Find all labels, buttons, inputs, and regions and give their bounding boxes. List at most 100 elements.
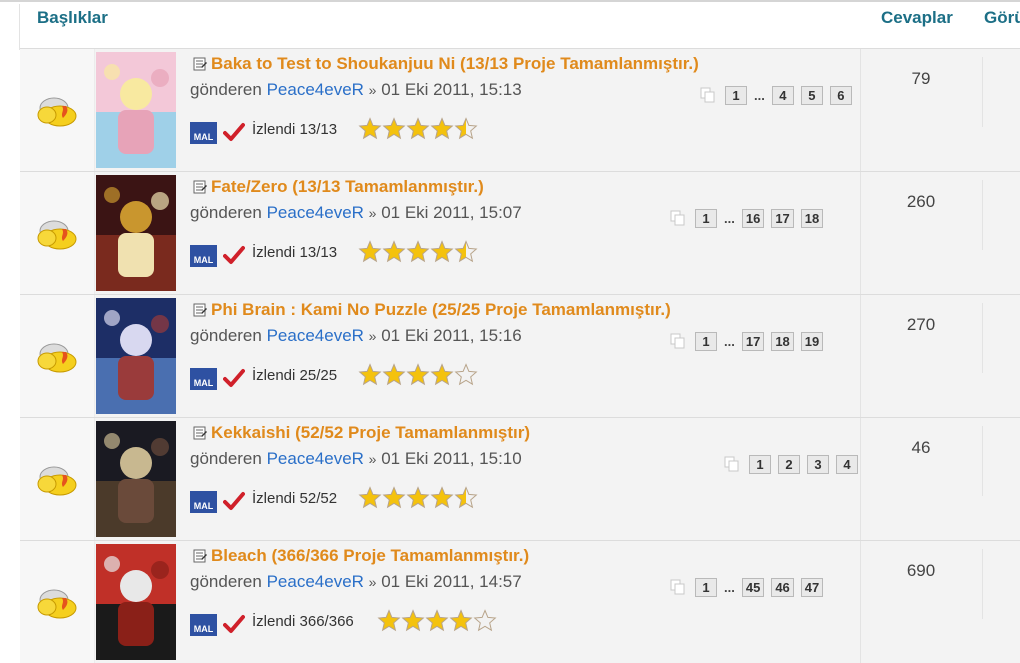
column-divider <box>982 303 983 373</box>
page-link[interactable]: 6 <box>829 85 852 105</box>
separator: » <box>368 574 377 590</box>
star-icon <box>406 240 430 263</box>
watched-status: İzlendi 25/25 <box>252 367 338 384</box>
status-column <box>20 418 95 540</box>
thread-meta: gönderen Peace4eveR » 01 Eki 2011, 15:16 <box>190 326 522 346</box>
thread-row: Phi Brain : Kami No Puzzle (25/25 Proje … <box>20 294 1020 417</box>
pagination-ellipsis: ... <box>754 87 765 103</box>
star-icon <box>382 117 406 140</box>
star-icon <box>358 363 382 386</box>
star-icon <box>430 486 454 509</box>
post-icon <box>193 549 207 563</box>
page-link[interactable]: 45 <box>741 577 765 597</box>
posted-by-label: gönderen <box>190 572 262 591</box>
rating-stars <box>377 609 497 635</box>
page-link[interactable]: 1 <box>695 208 717 228</box>
page-link[interactable]: 18 <box>800 208 824 228</box>
anime-poster[interactable] <box>96 298 176 414</box>
page-link[interactable]: 1 <box>749 454 771 474</box>
page-link[interactable]: 5 <box>800 85 823 105</box>
star-icon <box>430 363 454 386</box>
mal-logo-icon[interactable]: MAL <box>190 245 217 267</box>
anime-poster[interactable] <box>96 52 176 168</box>
anime-poster[interactable] <box>96 175 176 291</box>
multipage-icon <box>724 456 739 472</box>
page-link[interactable]: 1 <box>695 331 717 351</box>
thread-title-link[interactable]: Bleach (366/366 Proje Tamamlanmıştır.) <box>211 546 529 566</box>
pagination-ellipsis: ... <box>724 579 735 595</box>
views-column-header[interactable]: Görü <box>984 8 1020 28</box>
separator: » <box>368 451 377 467</box>
rating-stars <box>358 486 478 512</box>
anime-poster[interactable] <box>96 544 176 660</box>
separator: » <box>368 328 377 344</box>
post-icon <box>193 57 207 71</box>
post-date: 01 Eki 2011, 15:10 <box>381 449 522 468</box>
star-icon <box>430 240 454 263</box>
mal-logo-icon[interactable]: MAL <box>190 368 217 390</box>
checkmark-icon <box>223 123 245 141</box>
author-link[interactable]: Peace4eveR <box>267 203 364 222</box>
star-icon <box>430 117 454 140</box>
table-header: Başlıklar Cevaplar Görü <box>0 2 1020 50</box>
page-link[interactable]: 19 <box>800 331 824 351</box>
author-link[interactable]: Peace4eveR <box>267 449 364 468</box>
checkmark-icon <box>223 615 245 633</box>
thread-title-link[interactable]: Baka to Test to Shoukanjuu Ni (13/13 Pro… <box>211 54 699 74</box>
multipage-icon <box>670 333 685 349</box>
multipage-icon <box>700 87 715 103</box>
mal-logo-icon[interactable]: MAL <box>190 491 217 513</box>
thread-meta: gönderen Peace4eveR » 01 Eki 2011, 15:07 <box>190 203 522 223</box>
thread-title-link[interactable]: Kekkaishi (52/52 Proje Tamamlanmıştır) <box>211 423 530 443</box>
page-link[interactable]: 16 <box>741 208 765 228</box>
watched-status: İzlendi 52/52 <box>252 490 338 507</box>
reply-count: 690 <box>906 561 936 580</box>
replies-column-header[interactable]: Cevaplar <box>881 8 953 28</box>
page-link[interactable]: 4 <box>771 85 794 105</box>
reply-count: 260 <box>906 192 936 211</box>
page-link[interactable]: 1 <box>725 85 747 105</box>
watched-status: İzlendi 13/13 <box>252 244 338 261</box>
column-divider <box>982 57 983 127</box>
thread-meta: gönderen Peace4eveR » 01 Eki 2011, 15:13 <box>190 80 522 100</box>
page-link[interactable]: 17 <box>741 331 765 351</box>
star-icon <box>449 609 473 632</box>
status-column <box>20 49 95 171</box>
mal-logo-icon[interactable]: MAL <box>190 614 217 636</box>
page-link[interactable]: 1 <box>695 577 717 597</box>
rating-stars <box>358 117 478 143</box>
topics-column-header[interactable]: Başlıklar <box>37 8 108 28</box>
page-link[interactable]: 4 <box>836 454 858 474</box>
reply-count: 46 <box>911 438 931 457</box>
posted-by-label: gönderen <box>190 326 262 345</box>
author-link[interactable]: Peace4eveR <box>267 572 364 591</box>
thread-row: Kekkaishi (52/52 Proje Tamamlanmıştır) g… <box>20 417 1020 540</box>
page-link[interactable]: 18 <box>771 331 794 351</box>
page-link[interactable]: 2 <box>778 454 800 474</box>
pagination: 1... 4 5 6 <box>700 85 852 105</box>
star-icon <box>406 363 430 386</box>
hot-topic-icon <box>37 589 77 619</box>
page-link[interactable]: 47 <box>800 577 824 597</box>
page-link[interactable]: 46 <box>771 577 794 597</box>
star-icon <box>382 240 406 263</box>
thread-title-link[interactable]: Phi Brain : Kami No Puzzle (25/25 Proje … <box>211 300 671 320</box>
pagination: 1234 <box>724 454 858 474</box>
thread-row: Bleach (366/366 Proje Tamamlanmıştır.) g… <box>20 540 1020 663</box>
pagination: 1... 45 46 47 <box>670 577 824 597</box>
page-link[interactable]: 3 <box>807 454 829 474</box>
mal-logo-icon[interactable]: MAL <box>190 122 217 144</box>
rating-stars <box>358 240 478 266</box>
thread-meta: gönderen Peace4eveR » 01 Eki 2011, 15:10 <box>190 449 522 469</box>
column-divider <box>982 549 983 619</box>
thread-title-link[interactable]: Fate/Zero (13/13 Tamamlanmıştır.) <box>211 177 484 197</box>
star-icon <box>454 486 478 509</box>
author-link[interactable]: Peace4eveR <box>267 80 364 99</box>
author-link[interactable]: Peace4eveR <box>267 326 364 345</box>
post-icon <box>193 303 207 317</box>
anime-poster[interactable] <box>96 421 176 537</box>
hot-topic-icon <box>37 466 77 496</box>
page-link[interactable]: 17 <box>771 208 794 228</box>
star-icon <box>377 609 401 632</box>
multipage-icon <box>670 579 685 595</box>
